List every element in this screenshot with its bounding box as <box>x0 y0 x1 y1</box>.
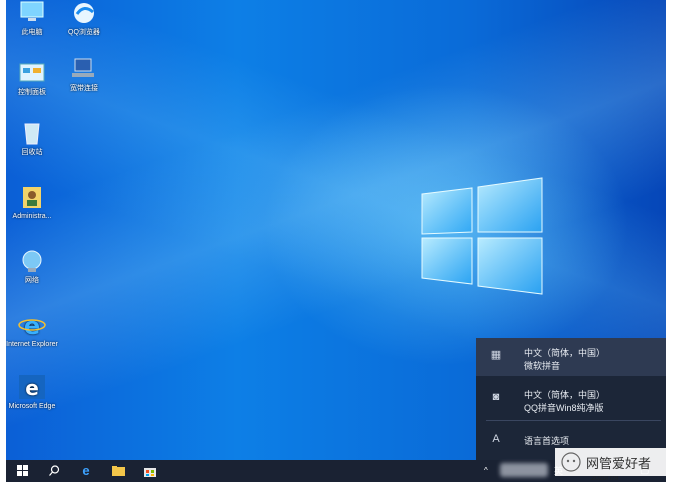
tray-expand-chevron[interactable]: ^ <box>484 460 488 482</box>
input-language-menu: ▦ 中文（简体，中国） 微软拼音 ◙ 中文（简体，中国） QQ拼音Win8纯净版… <box>476 338 666 460</box>
windows-start-icon <box>16 465 28 476</box>
desktop-icon-control-panel[interactable]: 控制面板 <box>6 60 60 97</box>
ime-icon: ◙ <box>492 391 500 403</box>
watermark-text: 网管爱好者 <box>586 456 652 471</box>
language-icon: A <box>492 433 500 445</box>
watermark-badge: 网管爱好者 <box>555 448 695 476</box>
windows-logo-wallpaper <box>421 177 543 295</box>
svg-text:e: e <box>24 312 40 338</box>
screen: 此电脑 QQ浏览器 控制面板 宽带连接 回收站 Administra... 网络… <box>0 0 695 492</box>
desktop-icon-broadband[interactable]: 宽带连接 <box>56 56 112 93</box>
taskbar-file-explorer-button[interactable] <box>104 460 132 482</box>
desktop-icon-microsoft-edge[interactable]: e Microsoft Edge <box>6 374 60 411</box>
desktop-icon-internet-explorer[interactable]: e Internet Explorer <box>6 312 60 349</box>
taskbar-edge-button[interactable]: e <box>72 460 100 482</box>
edge-icon: e <box>82 463 90 478</box>
file-explorer-icon <box>111 466 125 476</box>
network-icon <box>22 250 42 272</box>
taskbar-store-button[interactable] <box>136 460 164 482</box>
language-option-microsoft-pinyin[interactable]: ▦ 中文（简体，中国） 微软拼音 <box>476 338 666 376</box>
search-button[interactable] <box>40 460 68 482</box>
desktop-icon-this-pc[interactable]: 此电脑 <box>6 0 60 37</box>
keyboard-grid-icon: ▦ <box>490 349 502 361</box>
desktop-icon-network[interactable]: 网络 <box>6 248 60 285</box>
tray-date[interactable]: 2020/7/9 <box>591 475 618 482</box>
edge-icon: e <box>19 375 45 400</box>
broadband-icon <box>72 58 94 77</box>
recycle-bin-icon <box>24 123 40 145</box>
blurred-tray-icons <box>500 463 548 477</box>
start-button[interactable] <box>8 460 36 482</box>
chevron-up-icon: ^ <box>484 466 488 475</box>
desktop-icon-recycle-bin[interactable]: 回收站 <box>6 120 60 157</box>
menu-divider <box>486 420 661 421</box>
control-panel-icon <box>19 63 45 82</box>
user-folder-icon <box>23 187 41 208</box>
qq-browser-icon <box>74 3 94 23</box>
search-icon <box>48 465 59 476</box>
store-icon <box>144 468 156 477</box>
desktop-wallpaper: 此电脑 QQ浏览器 控制面板 宽带连接 回收站 Administra... 网络… <box>6 0 666 460</box>
desktop-icon-administrator[interactable]: Administra... <box>6 184 60 221</box>
svg-text:e: e <box>25 376 39 400</box>
desktop-icon-qq-browser[interactable]: QQ浏览器 <box>56 0 112 37</box>
ie-icon: e <box>18 312 46 338</box>
wechat-logo-icon <box>561 452 581 472</box>
language-option-qq-pinyin[interactable]: ◙ 中文（简体，中国） QQ拼音Win8纯净版 <box>476 380 666 418</box>
this-pc-icon <box>20 1 44 21</box>
